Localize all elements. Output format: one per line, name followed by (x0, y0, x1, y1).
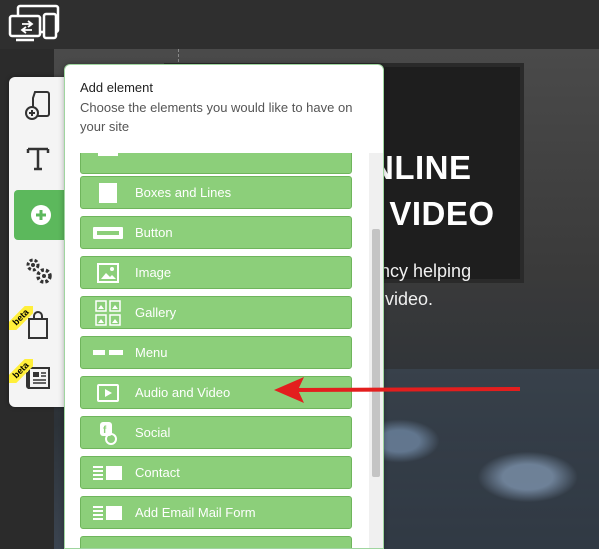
element-label: Image (135, 265, 172, 280)
button-icon (93, 226, 123, 239)
element-partial-icon (81, 153, 135, 174)
element-item-boxes-and-lines[interactable]: Boxes and Lines (80, 176, 352, 209)
add-element-panel: Add element Choose the elements you woul… (64, 64, 384, 549)
contact-icon (93, 465, 122, 480)
box-icon (99, 182, 117, 203)
image-icon (97, 262, 119, 283)
text-icon (26, 147, 50, 171)
menu-icon (93, 349, 123, 355)
element-item-gallery[interactable]: Gallery (80, 296, 352, 329)
element-label: Gallery (135, 305, 177, 320)
element-label: Contact (135, 465, 180, 480)
panel-scrollbar[interactable] (369, 153, 383, 548)
hero-title: NLINE I VIDEO (370, 145, 495, 237)
element-partial-bottom-icon (81, 536, 135, 548)
sidebar-item-blog[interactable]: beta (9, 353, 67, 403)
element-item-social[interactable]: f Social (80, 416, 352, 449)
panel-title: Add element (80, 80, 153, 95)
sidebar-item-add-element[interactable] (14, 190, 67, 240)
top-toolbar (0, 0, 599, 49)
gallery-icon (95, 299, 121, 326)
element-item-menu[interactable]: Menu (80, 336, 352, 369)
element-item-button[interactable]: Button (80, 216, 352, 249)
sidebar-item-settings[interactable] (9, 245, 67, 295)
sidebar-item-text[interactable] (9, 134, 67, 184)
hero-subtitle-line2: h video. (370, 289, 434, 309)
audio-video-icon (97, 383, 119, 402)
element-label: Social (135, 425, 171, 440)
element-list[interactable]: Boxes and Lines Button Image Gallery Men… (65, 153, 370, 548)
element-item-partial[interactable] (80, 153, 352, 174)
element-item-partial-bottom[interactable] (80, 536, 352, 548)
hero-title-line2: I VIDEO (370, 195, 495, 232)
mail-form-icon (93, 505, 122, 520)
element-label: Button (135, 225, 173, 240)
page-add-icon (25, 91, 50, 120)
element-item-image[interactable]: Image (80, 256, 352, 289)
panel-description: Choose the elements you would like to ha… (80, 100, 353, 134)
hero-title-line1: NLINE (370, 149, 472, 186)
annotation-arrow (274, 377, 521, 403)
element-item-contact[interactable]: Contact (80, 456, 352, 489)
sidebar-item-store[interactable]: beta (9, 300, 67, 350)
element-item-add-email-mail-form[interactable]: Add Email Mail Form (80, 496, 352, 529)
plus-icon (30, 205, 51, 225)
social-icon: f (100, 421, 117, 445)
devices-icon[interactable] (8, 4, 60, 44)
sidebar-item-pages[interactable] (9, 80, 67, 130)
beta-badge: beta (9, 306, 33, 330)
beta-badge: beta (9, 359, 33, 383)
element-label: Boxes and Lines (135, 185, 232, 200)
element-label: Add Email Mail Form (135, 505, 256, 520)
hero-subtitle: ency helping h video. (370, 257, 471, 313)
scrollbar-thumb[interactable] (372, 229, 380, 477)
gears-icon (26, 258, 52, 284)
element-label: Menu (135, 345, 168, 360)
editor-sidebar: beta beta (9, 77, 67, 407)
element-label: Audio and Video (135, 385, 231, 400)
hero-subtitle-line1: ency helping (370, 261, 472, 281)
